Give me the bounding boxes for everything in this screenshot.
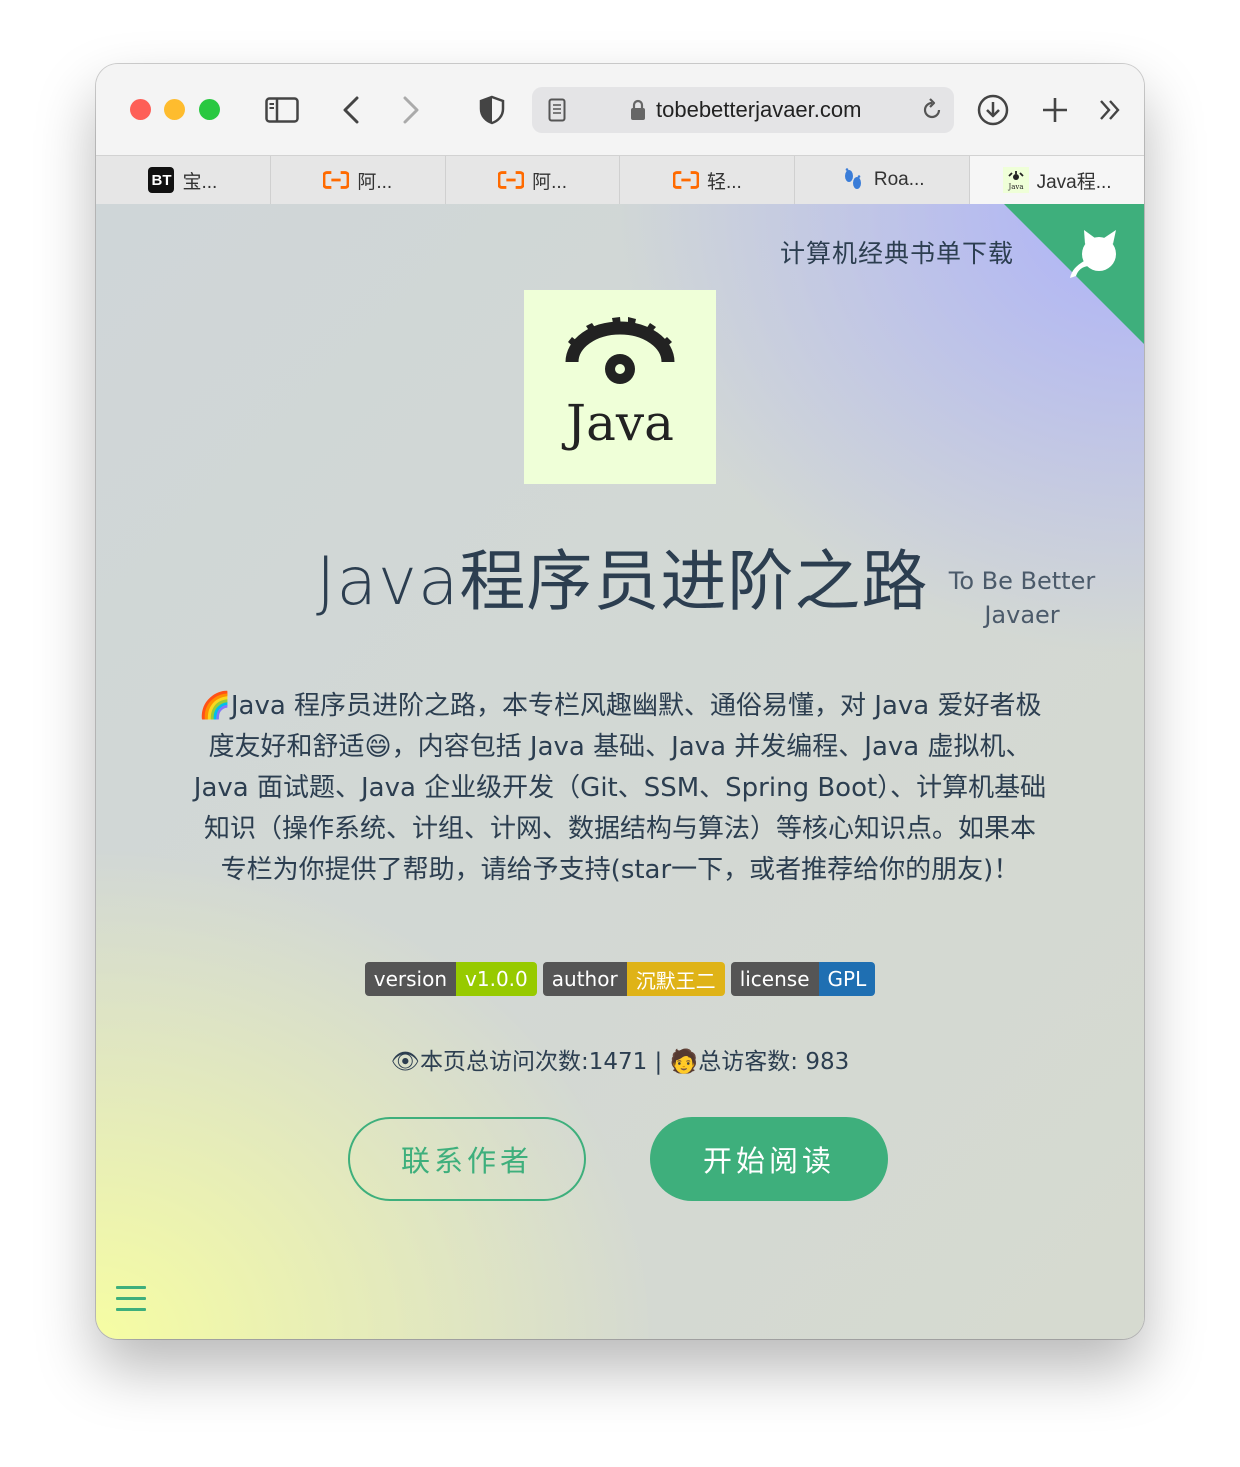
more-tabs-icon[interactable] [1096, 92, 1124, 128]
tab-label: 轻... [706, 171, 742, 193]
url-text[interactable]: tobebetterjavaer.com [656, 87, 861, 133]
hamburger-menu-icon[interactable] [116, 1286, 146, 1312]
aliyun-icon [498, 167, 525, 193]
page-title: Java程序员进阶之路 [316, 543, 929, 620]
logo-text: Java [566, 394, 674, 452]
tab-label: 宝... [182, 171, 218, 193]
eye-icon [565, 317, 675, 384]
tab-aliyun-3[interactable]: 轻... [620, 156, 796, 204]
tab-bt[interactable]: BT 宝... [96, 156, 271, 204]
sidebar-toggle-icon[interactable] [262, 92, 302, 128]
java-logo-icon: Java [1002, 167, 1029, 193]
hero-title-row: Java程序员进阶之路 To Be Better Javaer [96, 528, 1144, 629]
privacy-shield-icon[interactable] [476, 92, 508, 128]
back-icon[interactable] [336, 92, 366, 128]
tab-java-active[interactable]: Java Java程... [970, 156, 1144, 204]
java-logo: Java [524, 290, 716, 484]
aliyun-icon [672, 167, 699, 193]
tab-label: Roa... [873, 169, 925, 190]
lock-icon [630, 99, 646, 125]
svg-text:Java: Java [1007, 183, 1023, 191]
reader-mode-icon[interactable] [548, 98, 566, 126]
browser-toolbar: tobebetterjavaer.com [96, 64, 1144, 155]
badge-row: version v1.0.0 author 沉默王二 license GPL [96, 962, 1144, 996]
tab-label: Java程... [1036, 171, 1112, 193]
license-badge[interactable]: license GPL [730, 962, 876, 996]
minimize-window-button[interactable] [164, 99, 185, 120]
downloads-icon[interactable] [976, 92, 1010, 128]
subtitle-line-1: To Be Better [948, 567, 1096, 595]
hero-description: 🌈Java 程序员进阶之路，本专栏风趣幽默、通俗易懂，对 Java 爱好者极度友… [193, 691, 1047, 885]
forward-icon[interactable] [396, 92, 426, 128]
close-window-button[interactable] [130, 99, 151, 120]
zoom-window-button[interactable] [199, 99, 220, 120]
page-subtitle: To Be Better Javaer [948, 564, 1096, 632]
tab-label: 阿... [357, 171, 393, 193]
github-octocat-icon [1004, 204, 1144, 344]
visit-stats: 👁本页总访问次数:1471 | 🧑总访客数: 983 [390, 1049, 850, 1075]
browser-window: tobebetterjavaer.com BT 宝... 阿... 阿... 轻… [96, 64, 1144, 1339]
subtitle-line-2: Javaer [984, 601, 1060, 629]
aliyun-icon [323, 167, 350, 193]
start-reading-button[interactable]: 开始阅读 [650, 1117, 888, 1201]
author-badge[interactable]: author 沉默王二 [542, 962, 725, 996]
reload-icon[interactable] [920, 98, 944, 126]
page-content: 计算机经典书单下载 Java Java程序员进阶之路 To Be Better … [96, 204, 1144, 1339]
contact-author-button[interactable]: 联系作者 [348, 1117, 586, 1201]
github-corner-link[interactable] [1004, 204, 1144, 344]
tab-aliyun-2[interactable]: 阿... [446, 156, 621, 204]
new-tab-icon[interactable] [1040, 92, 1070, 128]
tab-aliyun-1[interactable]: 阿... [271, 156, 446, 204]
tab-roadmap[interactable]: Roa... [795, 156, 971, 204]
address-bar[interactable]: tobebetterjavaer.com [532, 87, 954, 133]
bt-icon: BT [148, 167, 175, 193]
version-badge[interactable]: version v1.0.0 [364, 962, 537, 996]
books-download-link[interactable]: 计算机经典书单下载 [780, 234, 1014, 270]
tab-bar: BT 宝... 阿... 阿... 轻... Roa... Java Java程… [96, 155, 1144, 205]
tab-label: 阿... [532, 171, 567, 193]
footprints-icon [840, 167, 866, 193]
